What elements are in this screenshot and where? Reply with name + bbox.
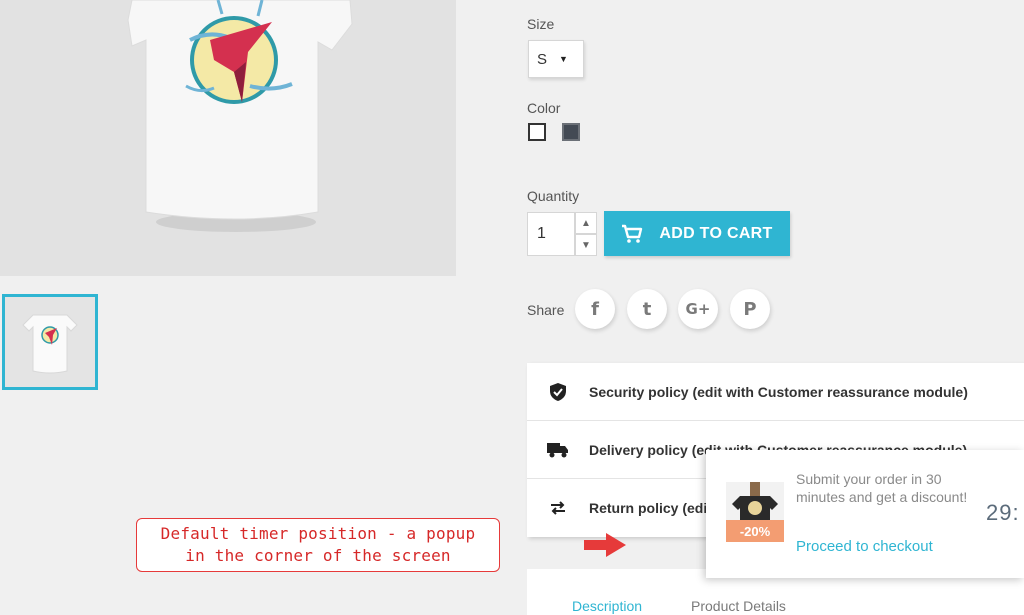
product-thumbnail[interactable] [2, 294, 98, 390]
add-to-cart-button[interactable]: ADD TO CART [604, 211, 790, 256]
size-select[interactable]: S ▼ [528, 40, 584, 78]
color-swatch-grey[interactable] [562, 123, 580, 141]
chevron-down-icon: ▼ [581, 239, 591, 251]
chevron-up-icon: ▲ [581, 217, 591, 229]
quantity-decrement-button[interactable]: ▼ [575, 234, 597, 256]
google-plus-icon: G+ [685, 300, 711, 318]
reassurance-text: Security policy (edit with Customer reas… [589, 383, 968, 400]
return-arrows-icon [527, 501, 589, 515]
share-label: Share [527, 302, 565, 318]
popup-message: Submit your order in 30 minutes and get … [796, 471, 968, 505]
quantity-increment-button[interactable]: ▲ [575, 212, 597, 234]
facebook-icon: f [591, 298, 599, 320]
add-to-cart-label: ADD TO CART [659, 224, 773, 242]
proceed-to-checkout-link[interactable]: Proceed to checkout [796, 538, 933, 555]
annotation-line-2: in the corner of the screen [185, 546, 451, 565]
truck-icon [527, 442, 589, 458]
size-label: Size [527, 16, 555, 32]
twitter-share-button[interactable]: t [627, 289, 667, 329]
color-label: Color [527, 100, 561, 116]
shield-icon [527, 382, 589, 402]
annotation-line-1: Default timer position - a popup [160, 524, 476, 543]
discount-badge: -20% [726, 520, 784, 542]
quantity-input[interactable]: 1 [527, 212, 575, 256]
tshirt-image [127, 0, 353, 232]
google-plus-share-button[interactable]: G+ [678, 289, 718, 329]
size-value: S [537, 50, 548, 68]
tshirt-thumbnail-image [22, 314, 78, 374]
pinterest-share-button[interactable]: P [730, 289, 770, 329]
facebook-share-button[interactable]: f [575, 289, 615, 329]
reassurance-item-security: Security policy (edit with Customer reas… [527, 363, 1024, 421]
quantity-label: Quantity [527, 188, 580, 204]
color-swatch-white[interactable] [528, 123, 546, 141]
timer-popup: -20% Submit your order in 30 minutes and… [706, 450, 1024, 578]
product-main-image[interactable] [0, 0, 456, 276]
red-arrow-icon [584, 533, 626, 557]
pinterest-icon: P [743, 298, 757, 320]
twitter-icon: t [642, 298, 652, 320]
cart-icon [622, 224, 643, 243]
tab-description[interactable]: Description [572, 598, 642, 614]
quantity-value: 1 [537, 225, 546, 242]
caret-down-icon: ▼ [559, 54, 568, 64]
tab-product-details[interactable]: Product Details [691, 598, 786, 614]
countdown-timer: 29: [986, 500, 1020, 525]
annotation-callout: Default timer position - a popup in the … [136, 518, 500, 572]
